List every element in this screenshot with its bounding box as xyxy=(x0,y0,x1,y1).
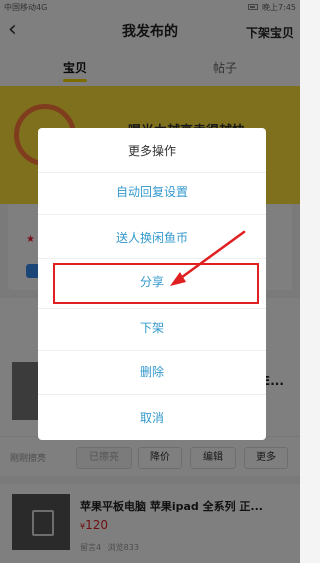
dialog-title: 更多操作 xyxy=(127,144,176,158)
divider xyxy=(38,308,266,309)
divider xyxy=(38,172,266,173)
divider xyxy=(38,394,266,395)
divider xyxy=(38,350,266,351)
divider xyxy=(38,258,266,259)
gift-xianyu-coins-option[interactable]: 送人换闲鱼币 xyxy=(38,220,266,256)
delist-option[interactable]: 下架 xyxy=(38,310,266,346)
annotation-highlight-box xyxy=(53,263,259,304)
delete-option[interactable]: 删除 xyxy=(38,354,266,390)
auto-reply-settings-option[interactable]: 自动回复设置 xyxy=(38,174,266,210)
cancel-option[interactable]: 取消 xyxy=(38,400,266,436)
divider xyxy=(38,214,266,215)
